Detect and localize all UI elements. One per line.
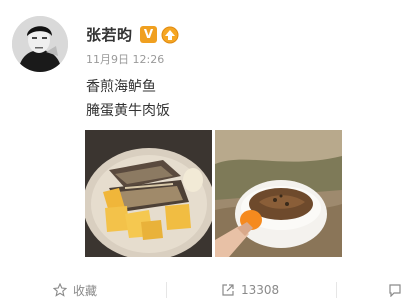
favorite-button[interactable]: 收藏: [53, 280, 97, 300]
repost-icon: [222, 284, 234, 296]
author-name[interactable]: 张若昀: [86, 24, 133, 45]
post-photo-fish[interactable]: [85, 130, 212, 257]
post-text-line: 香煎海鲈鱼: [86, 79, 156, 95]
comment-button[interactable]: [388, 280, 407, 300]
vip-badge[interactable]: V: [140, 26, 157, 43]
star-icon: [53, 283, 67, 297]
post-date[interactable]: 11月9日: [86, 53, 129, 66]
repost-count: 13308: [241, 283, 280, 297]
post-text: 香煎海鲈鱼 腌蛋黄牛肉饭: [86, 75, 170, 123]
action-divider: [336, 282, 337, 298]
avatar[interactable]: [12, 16, 68, 72]
favorite-label: 收藏: [73, 283, 98, 298]
post-text-line: 腌蛋黄牛肉饭: [86, 103, 170, 119]
post-time[interactable]: 12:26: [133, 53, 165, 66]
post-photo-rice-bowl[interactable]: [215, 130, 342, 257]
post-meta: 11月9日 12:26: [86, 51, 164, 67]
weibo-post: 张若昀 V 11月9日 12:26 香煎海鲈鱼 腌蛋黄牛肉饭 收藏 13308: [0, 0, 407, 303]
level-badge-icon[interactable]: [160, 25, 180, 45]
action-bar: 收藏 13308: [0, 280, 407, 302]
fish-dish-image: [85, 130, 212, 257]
action-divider: [166, 282, 167, 298]
comment-icon: [389, 284, 401, 297]
rice-bowl-image: [215, 130, 342, 257]
repost-button[interactable]: 13308: [221, 280, 279, 300]
avatar-image: [12, 16, 68, 72]
